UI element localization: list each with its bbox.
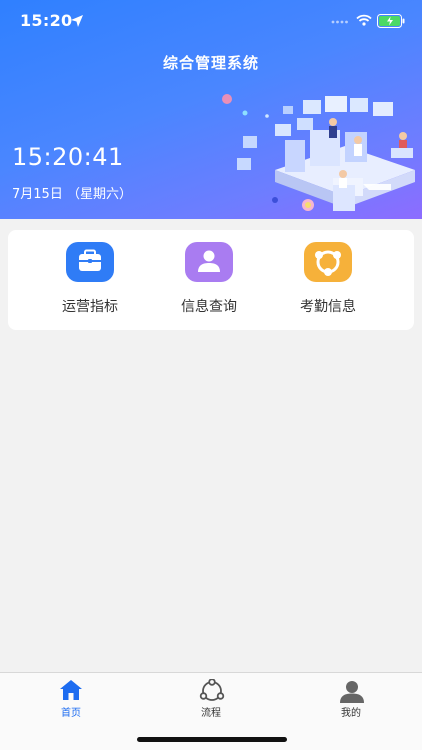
tab-process[interactable]: 流程 xyxy=(141,673,281,719)
menu-item-label: 运营指标 xyxy=(62,299,118,315)
home-indicator[interactable] xyxy=(137,737,287,742)
header-banner: 15:20 综合管理系统 15:20:41 7月15日 （星期六） xyxy=(0,0,422,219)
status-bar: 15:20 xyxy=(0,0,422,44)
tab-label: 首页 xyxy=(61,708,81,719)
menu-item-info-query[interactable]: 信息查询 xyxy=(154,230,264,330)
tab-label: 我的 xyxy=(341,708,361,719)
process-icon xyxy=(199,679,225,701)
user-icon xyxy=(185,242,233,282)
menu-item-label: 考勤信息 xyxy=(300,299,356,315)
tab-home[interactable]: 首页 xyxy=(1,673,141,719)
signal-icon xyxy=(331,20,348,24)
menu-item-attendance[interactable]: 考勤信息 xyxy=(273,230,383,330)
app-title: 综合管理系统 xyxy=(162,54,259,72)
location-arrow-icon xyxy=(71,15,83,27)
person-icon xyxy=(340,681,364,703)
office-illustration xyxy=(222,94,415,211)
attendance-icon xyxy=(304,242,352,282)
home-icon xyxy=(60,680,82,700)
current-time: 15:20:41 xyxy=(12,143,124,171)
tab-label: 流程 xyxy=(201,708,221,719)
menu-item-label: 信息查询 xyxy=(181,299,237,315)
battery-icon xyxy=(377,14,405,28)
briefcase-icon xyxy=(66,242,114,282)
wifi-icon xyxy=(356,14,372,26)
status-time: 15:20 xyxy=(20,11,73,30)
menu-item-operation-metrics[interactable]: 运营指标 xyxy=(35,230,145,330)
tab-mine[interactable]: 我的 xyxy=(281,673,421,719)
current-date: 7月15日 （星期六） xyxy=(12,187,132,202)
quick-menu-card: 运营指标 信息查询 考勤信息 xyxy=(8,230,414,330)
